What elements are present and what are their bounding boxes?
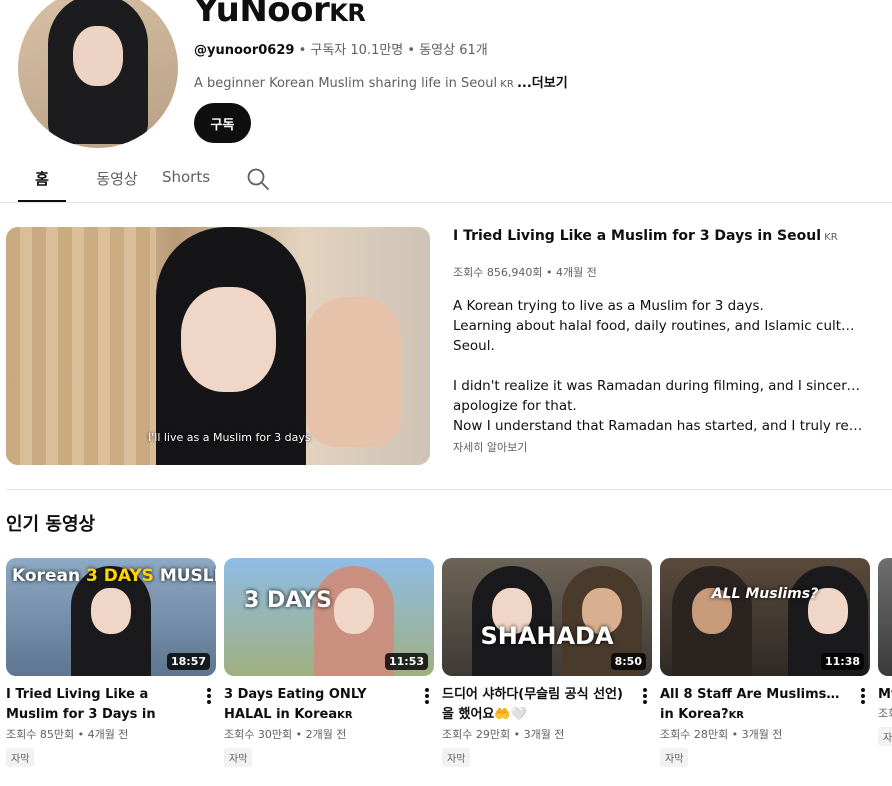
desc-line: apologize for that. xyxy=(453,398,577,414)
video-duration: 11:38 xyxy=(820,653,864,670)
video-title[interactable]: All 8 Staff Are Muslims… in Korea?KR xyxy=(660,685,870,725)
featured-video-meta: 조회수 856,940회 • 4개월 전 xyxy=(453,266,597,279)
thumbnail-caption: I'll live as a Muslim for 3 days xyxy=(148,431,311,444)
subscribe-button[interactable]: 구독 xyxy=(194,103,251,143)
video-title-kr: KR xyxy=(337,710,353,721)
avatar-face xyxy=(73,26,123,86)
thumbnail-overlay-text: ALL Muslims? xyxy=(711,586,819,602)
featured-title-text: I Tried Living Like a Muslim for 3 Days … xyxy=(453,228,822,244)
video-title[interactable]: 3 Days Eating ONLY HALAL in KoreaKR xyxy=(224,685,434,725)
video-meta: 조회수 28만회 • 3개월 전 xyxy=(660,728,783,741)
popular-section-title: 인기 동영상 xyxy=(6,514,96,535)
channel-tabs: 홈 동영상 Shorts xyxy=(18,160,212,203)
channel-description-text: A beginner Korean Muslim sharing life in… xyxy=(194,76,498,91)
video-title[interactable]: I Tried Living Like a Muslim for 3 Days … xyxy=(6,685,216,725)
video-thumbnail[interactable] xyxy=(878,558,892,676)
thumbnail-figure xyxy=(672,566,752,676)
video-duration: 18:57 xyxy=(166,653,210,670)
video-thumbnail[interactable]: 3 DAYS 11:53 xyxy=(224,558,434,676)
video-thumbnail[interactable]: ALL Muslims? 11:38 xyxy=(660,558,870,676)
featured-title-kr: KR xyxy=(821,232,838,243)
desc-line: Seoul. xyxy=(453,338,495,354)
video-card[interactable]: ALL Muslims? 11:38 All 8 Staff Are Musli… xyxy=(660,558,870,767)
thumbnail-highlight-text: 3 DAYS xyxy=(85,566,154,586)
video-title[interactable]: 드디어 샤하다(무슬림 공식 선언)을 했어요🤲🤍 xyxy=(442,685,652,725)
channel-name: YuNoorKR xyxy=(194,0,366,30)
video-card[interactable]: SHAHADA 8:50 드디어 샤하다(무슬림 공식 선언)을 했어요🤲🤍 조… xyxy=(442,558,652,767)
video-title-text: 드디어 샤하다(무슬림 공식 선언)을 했어요🤲🤍 xyxy=(442,687,623,722)
subtitle-badge: 자 xyxy=(878,727,892,746)
channel-description-kr: KR xyxy=(497,79,517,90)
desc-line: A Korean trying to live as a Muslim for … xyxy=(453,298,764,314)
video-meta: 조회수 85만회 • 4개월 전 xyxy=(6,728,129,741)
tab-videos[interactable]: 동영상 xyxy=(92,160,142,203)
video-title-text: All 8 Staff Are Muslims… in Korea? xyxy=(660,687,840,722)
thumbnail-overlay-text: 3 DAYS xyxy=(244,588,332,613)
thumbnail-face xyxy=(181,287,276,392)
channel-avatar[interactable] xyxy=(18,0,178,148)
video-card-partial[interactable]: My Ma 조회 자 xyxy=(878,558,892,746)
video-meta: 조회수 30만회 • 2개월 전 xyxy=(224,728,347,741)
channel-handle[interactable]: @yunoor0629 xyxy=(194,43,294,58)
search-icon[interactable] xyxy=(246,167,270,191)
more-vert-icon[interactable] xyxy=(424,688,430,706)
featured-video-title[interactable]: I Tried Living Like a Muslim for 3 Days … xyxy=(453,228,838,244)
subtitle-badge: 자막 xyxy=(6,748,35,767)
video-meta: 조회 xyxy=(878,707,892,720)
section-divider xyxy=(6,489,892,490)
video-title-kr: KR xyxy=(728,710,745,721)
video-meta: 조회수 29만회 • 3개월 전 xyxy=(442,728,565,741)
thumbnail-hand xyxy=(306,297,401,447)
desc-line: Now I understand that Ramadan has starte… xyxy=(453,418,863,434)
more-vert-icon[interactable] xyxy=(860,688,866,706)
thumbnail-overlay-text: Korean 3 DAYS MUSLIM xyxy=(12,566,216,586)
channel-stats: • 구독자 10.1만명 • 동영상 61개 xyxy=(294,43,488,58)
subtitle-badge: 자막 xyxy=(660,748,689,767)
read-more-link[interactable]: 자세히 알아보기 xyxy=(453,439,527,455)
tab-home[interactable]: 홈 xyxy=(18,160,66,203)
more-vert-icon[interactable] xyxy=(642,688,648,706)
channel-meta: @yunoor0629 • 구독자 10.1만명 • 동영상 61개 xyxy=(194,39,488,58)
video-card[interactable]: Korean 3 DAYS MUSLIM 18:57 I Tried Livin… xyxy=(6,558,216,767)
featured-video-description: A Korean trying to live as a Muslim for … xyxy=(453,296,863,436)
thumbnail-figure xyxy=(314,566,394,676)
tab-shorts[interactable]: Shorts xyxy=(160,160,212,203)
channel-name-suffix: KR xyxy=(329,0,366,27)
thumbnail-overlay-text: SHAHADA xyxy=(480,622,614,650)
video-duration: 11:53 xyxy=(384,653,428,670)
thumbnail-curtain xyxy=(6,227,156,465)
desc-line: Learning about halal food, daily routine… xyxy=(453,318,863,334)
more-link[interactable]: ...더보기 xyxy=(517,76,568,91)
video-card[interactable]: 3 DAYS 11:53 3 Days Eating ONLY HALAL in… xyxy=(224,558,434,767)
subtitle-badge: 자막 xyxy=(442,748,471,767)
video-thumbnail[interactable]: SHAHADA 8:50 xyxy=(442,558,652,676)
subtitle-badge: 자막 xyxy=(224,748,253,767)
tabs-divider xyxy=(0,202,892,203)
video-title-text: I Tried Living Like a Muslim for 3 Days … xyxy=(6,687,156,722)
video-title[interactable]: My Ma xyxy=(878,685,892,705)
featured-video-thumbnail[interactable]: I'll live as a Muslim for 3 days xyxy=(6,227,430,465)
channel-description[interactable]: A beginner Korean Muslim sharing life in… xyxy=(194,72,568,91)
more-vert-icon[interactable] xyxy=(206,688,212,706)
desc-gap xyxy=(453,356,863,376)
desc-line: I didn't realize it was Ramadan during f… xyxy=(453,378,863,394)
video-thumbnail[interactable]: Korean 3 DAYS MUSLIM 18:57 xyxy=(6,558,216,676)
video-duration: 8:50 xyxy=(610,653,646,670)
channel-name-text: YuNoor xyxy=(194,0,330,30)
thumbnail-figure xyxy=(472,566,552,676)
